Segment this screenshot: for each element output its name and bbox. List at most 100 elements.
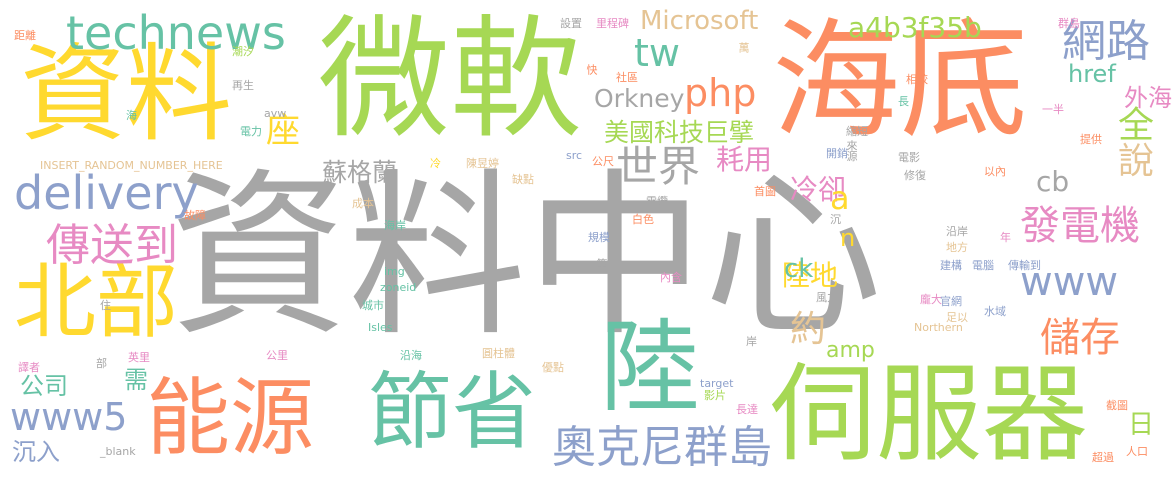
word-source: 來源	[845, 140, 858, 161]
word-exceed: 超過	[1092, 451, 1114, 464]
word-cylinder: 圓柱體	[482, 347, 515, 360]
word-contains: 內含	[660, 271, 682, 284]
word-provide: 提供	[1080, 133, 1102, 146]
word-isles: Isles	[368, 321, 393, 334]
word-northern: Northern	[914, 321, 963, 334]
word-transmit-to: 傳輸到	[1008, 259, 1041, 272]
word-community: 社區	[616, 71, 638, 84]
word-world: 世界	[616, 142, 701, 191]
word-fast: 快	[585, 64, 598, 75]
word-say: 說	[1118, 141, 1155, 182]
word-screenshot: 截圖	[1106, 399, 1128, 412]
word-cold: 冷	[430, 157, 441, 170]
word-city: 城市	[362, 299, 384, 312]
word-sink-into: 沉入	[12, 438, 60, 466]
word-zoneid: zoneid	[380, 281, 417, 294]
word-avw: avw	[264, 107, 287, 120]
word-coastal: 沿岸	[946, 225, 968, 238]
word-target: target	[700, 377, 734, 390]
word-ck: ck	[784, 254, 814, 284]
word-tide: 潮汐	[232, 45, 254, 58]
word-tw: tw	[634, 31, 680, 75]
word-company: 公司	[20, 372, 68, 400]
word-img: img	[384, 265, 405, 278]
word-a: a	[830, 179, 850, 217]
word-all: 全	[1118, 105, 1155, 146]
word-half: 一半	[1042, 103, 1064, 116]
word-delivery: delivery	[14, 166, 199, 220]
word-within: 以內	[984, 165, 1006, 178]
word-sea: 海	[126, 109, 137, 122]
word-about: 約	[790, 309, 827, 350]
word-storage: 儲存	[1040, 315, 1120, 361]
word-ten-thousand: 萬	[737, 42, 750, 53]
word-cb: cb	[1036, 165, 1070, 198]
word-www5: www5	[10, 395, 128, 439]
word-server: 伺服器	[770, 353, 1088, 476]
word-src: src	[566, 149, 583, 162]
word-translator: 譯者	[18, 361, 40, 374]
word-repair: 修復	[904, 169, 926, 182]
word-movie: 電影	[898, 151, 920, 164]
word-generator: 發電機	[1020, 203, 1140, 249]
word-milestone: 里程碑	[596, 17, 629, 30]
word-video: 影片	[704, 389, 726, 402]
word-cable: 電纜	[646, 195, 668, 208]
word-blank: _blank	[100, 445, 136, 458]
word-build: 建構	[940, 259, 962, 272]
word-cover-image: 首圖	[754, 185, 776, 198]
word-orkney: Orkney	[594, 84, 685, 113]
word-official-site: 官網	[940, 295, 962, 308]
word-live: 住	[100, 299, 111, 312]
word-meter: 公尺	[592, 155, 614, 168]
word-white: 白色	[632, 213, 654, 226]
word-lasting: 長達	[736, 403, 758, 416]
word-islands: 群島	[1058, 17, 1080, 30]
word-land-char: 陸	[600, 309, 700, 426]
word-computer: 電腦	[972, 259, 994, 272]
word-electricity: 電力	[240, 125, 262, 138]
word-failure: 故障	[184, 209, 206, 222]
word-sink: 沉	[830, 213, 841, 226]
word-cloud: 資料中心 微軟 海底 資料 伺服器 能源 節省 陸 北部 technews de…	[0, 0, 1175, 482]
word-coastal-sea: 沿海	[400, 349, 422, 362]
word-us-tech-giant: 美國科技巨擘	[604, 118, 755, 147]
word-shorten: 縮短	[846, 125, 868, 138]
word-day: 日	[1128, 410, 1155, 440]
word-part: 部	[96, 357, 107, 370]
word-kilometer: 公里	[266, 349, 288, 362]
word-population: 人口	[1126, 445, 1148, 458]
word-microsoft: Microsoft	[640, 6, 759, 36]
word-waters: 水域	[984, 305, 1006, 318]
word-chen-yuting: 陳昱婷	[466, 157, 499, 170]
word-drawback: 缺點	[512, 173, 534, 186]
word-scotland: 蘇格蘭	[322, 158, 398, 187]
word-shore: 岸	[746, 335, 757, 348]
word-advantage: 優點	[542, 361, 564, 374]
word-save: 節省	[368, 363, 537, 461]
word-mile: 英里	[128, 351, 150, 364]
word-cost: 成本	[352, 197, 374, 210]
word-north: 北部	[14, 255, 179, 350]
word-long: 長	[898, 95, 909, 108]
word-href: href	[1068, 60, 1116, 88]
word-need: 需	[124, 366, 148, 394]
word-compared: 相較	[906, 73, 928, 86]
word-amp: amp	[826, 338, 875, 363]
word-insert-placeholder: INSERT_RANDOM_NUMBER_HERE	[40, 159, 223, 172]
word-year: 年	[1000, 231, 1011, 244]
word-distance: 距離	[14, 29, 36, 42]
word-scale: 規模	[588, 231, 610, 244]
word-place: 地方	[946, 241, 968, 254]
word-wind-power: 風力	[816, 291, 838, 304]
word-huge: 龐大	[920, 293, 942, 306]
word-renewable: 再生	[232, 79, 254, 92]
word-energy: 能源	[146, 369, 315, 467]
word-orkney-islands: 奧克尼群島	[552, 422, 772, 473]
word-send-to: 傳送到	[46, 220, 178, 271]
word-install: 設置	[560, 17, 582, 30]
word-coast: 海岸	[384, 219, 406, 232]
word-offshore: 外海	[1124, 84, 1172, 112]
word-consume: 耗用	[716, 143, 773, 176]
word-php: php	[684, 71, 757, 115]
